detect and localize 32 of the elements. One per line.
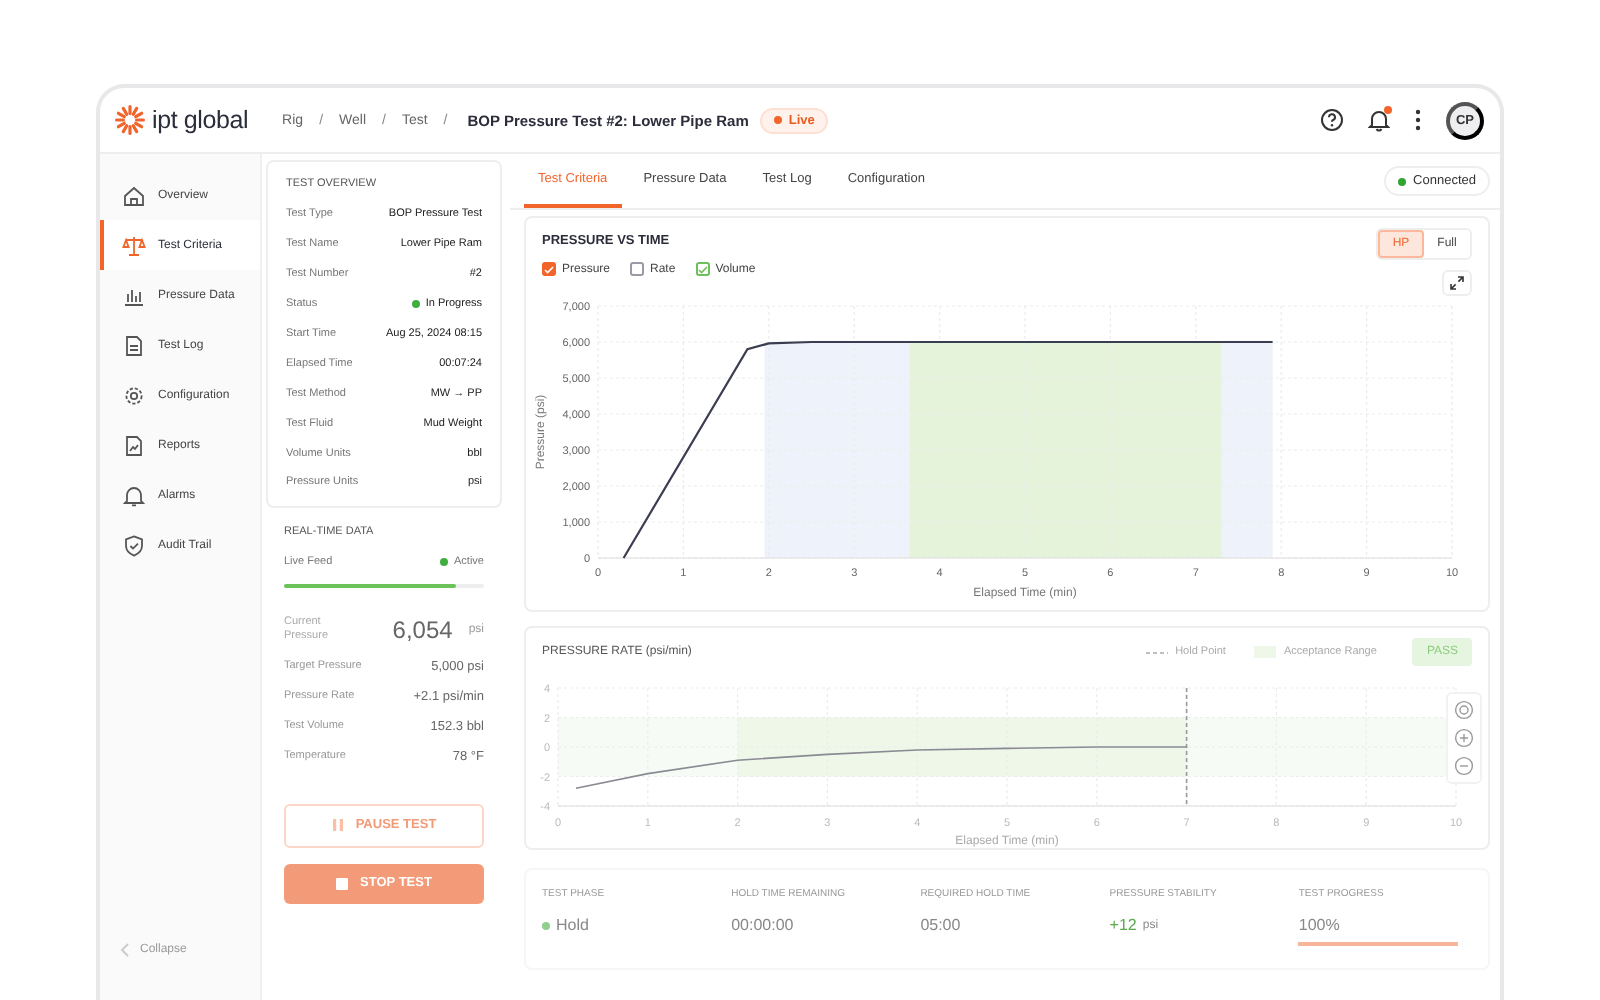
status-dot bbox=[440, 558, 449, 567]
hold-point-line bbox=[1185, 687, 1188, 807]
shield-icon bbox=[122, 533, 146, 557]
checkbox[interactable] bbox=[695, 262, 710, 276]
logo-text: ipt global bbox=[152, 106, 249, 134]
stat-value: 00:00:00 bbox=[731, 916, 794, 934]
stat-value: Hold bbox=[556, 916, 589, 934]
scales-icon bbox=[122, 233, 146, 257]
chevron-left-icon bbox=[120, 942, 130, 958]
document-icon bbox=[122, 333, 146, 357]
pressure-reading: 6,054 bbox=[392, 615, 453, 644]
pause-icon bbox=[331, 818, 344, 833]
zoom-in-button[interactable] bbox=[1454, 728, 1474, 748]
reset-button[interactable] bbox=[1454, 700, 1474, 720]
dashed-line-icon bbox=[1145, 649, 1168, 655]
report-icon bbox=[122, 433, 146, 457]
help-button[interactable] bbox=[1320, 108, 1344, 132]
home-icon bbox=[122, 183, 146, 207]
more-menu-button[interactable] bbox=[1414, 108, 1422, 132]
gear-icon bbox=[122, 383, 146, 407]
expand-icon bbox=[1450, 276, 1464, 290]
checkbox[interactable] bbox=[542, 262, 556, 276]
expand-button[interactable] bbox=[1442, 270, 1472, 296]
stat-value: +12 bbox=[1109, 916, 1137, 934]
zoom-out-button[interactable] bbox=[1454, 756, 1474, 776]
stop-icon bbox=[336, 877, 349, 890]
notifications-button[interactable] bbox=[1368, 108, 1390, 132]
bell-icon bbox=[122, 483, 146, 507]
stat-value: 100% bbox=[1298, 916, 1340, 934]
checkbox[interactable] bbox=[630, 262, 645, 276]
stat-value: 05:00 bbox=[920, 916, 961, 934]
sunburst-logo-icon bbox=[114, 104, 146, 136]
